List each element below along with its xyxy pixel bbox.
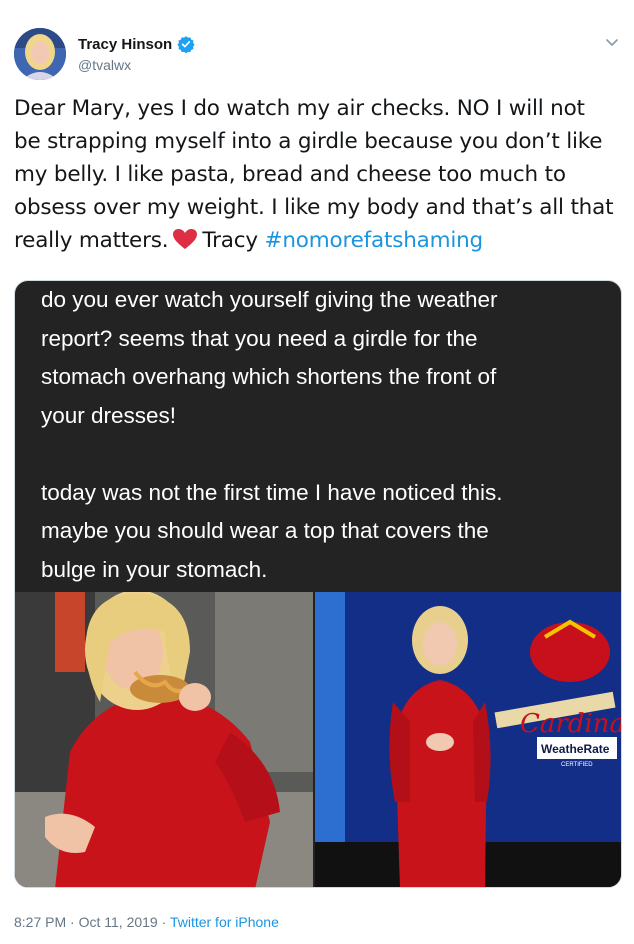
tweet-text: Dear Mary, yes I do watch my air checks.…: [14, 92, 626, 257]
tweet-line: Dear Mary, yes I do watch my air checks.…: [14, 96, 585, 121]
message-line: your dresses!: [41, 402, 177, 428]
meta-separator: ·: [161, 914, 167, 930]
message-line: today was not the first time I have noti…: [41, 479, 503, 505]
photo-weather-broadcast: Cardinals WeatheRate CERTIFIED: [315, 592, 622, 887]
screenshot-message: do you ever watch yourself giving the we…: [41, 281, 611, 589]
message-line: do you ever watch yourself giving the we…: [41, 287, 498, 312]
tv-logo-text: Cardinals: [520, 709, 622, 739]
tv-badge-text: WeatheRate: [541, 742, 610, 756]
message-line: stomach overhang which shortens the fron…: [41, 364, 497, 389]
chevron-down-icon[interactable]: [604, 34, 620, 50]
hashtag-link[interactable]: #nomorefatshaming: [265, 228, 484, 253]
tweet-line: be strapping myself into a girdle becaus…: [14, 129, 603, 154]
tv-badge-subtext: CERTIFIED: [561, 762, 593, 768]
tweet-source-link[interactable]: Twitter for iPhone: [170, 914, 279, 930]
tweet-time[interactable]: 8:27 PM: [14, 914, 66, 930]
photo-eating-pasta: [15, 592, 313, 887]
heart-icon: [173, 229, 198, 249]
message-spacer: [41, 435, 611, 474]
meta-separator: ·: [70, 914, 75, 930]
tweet-header: Tracy Hinson @tvalwx: [14, 22, 620, 82]
display-name[interactable]: Tracy Hinson: [78, 36, 172, 53]
verified-icon: [177, 36, 195, 53]
signature: Tracy: [202, 228, 258, 253]
tweet-line: my belly. I like pasta, bread and cheese…: [14, 162, 566, 187]
message-line: bulge in your stomach.: [41, 556, 268, 582]
tweet-line: really matters.: [14, 228, 169, 253]
avatar[interactable]: [14, 28, 66, 80]
message-line: maybe you should wear a top that covers …: [41, 518, 489, 543]
tweet-meta: 8:27 PM · Oct 11, 2019 · Twitter for iPh…: [14, 914, 279, 930]
tweet-line: obsess over my weight. I like my body an…: [14, 195, 614, 220]
tweet-date[interactable]: Oct 11, 2019: [79, 914, 158, 930]
tweet-line-last: really matters. Tracy #nomorefatshaming: [14, 224, 626, 257]
message-line: report? seems that you need a girdle for…: [41, 325, 478, 351]
handle[interactable]: @tvalwx: [78, 57, 131, 73]
tweet-media[interactable]: do you ever watch yourself giving the we…: [14, 280, 622, 888]
